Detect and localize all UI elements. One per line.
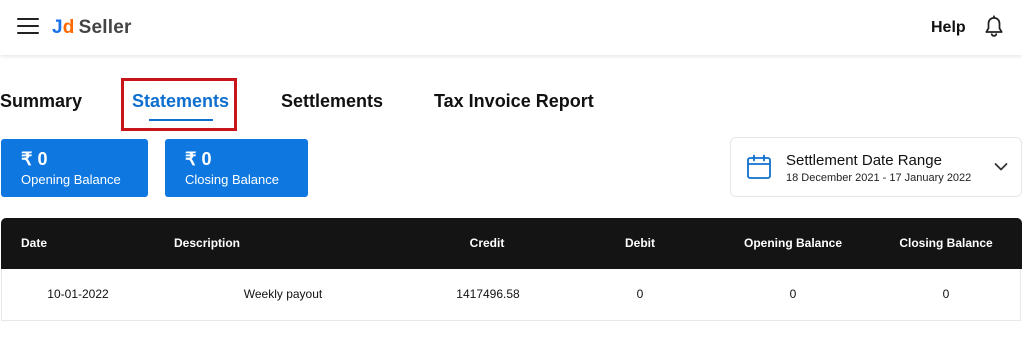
logo-seller-text: Seller bbox=[78, 17, 132, 38]
logo-letter-j: J bbox=[52, 17, 63, 38]
closing-balance-label: Closing Balance bbox=[185, 172, 279, 187]
bell-icon[interactable] bbox=[983, 15, 1005, 39]
date-range-value: 18 December 2021 - 17 January 2022 bbox=[786, 172, 972, 184]
highlight-annotation-box bbox=[121, 78, 237, 131]
cell-credit: 1417496.58 bbox=[456, 287, 520, 301]
column-header-credit: Credit bbox=[469, 236, 505, 250]
opening-balance-card: ₹ 0 Opening Balance bbox=[1, 139, 148, 197]
tab-summary[interactable]: Summary bbox=[0, 91, 82, 112]
app-logo[interactable]: Jd Seller bbox=[52, 17, 132, 39]
opening-balance-label: Opening Balance bbox=[21, 172, 121, 187]
tab-tax-invoice-report[interactable]: Tax Invoice Report bbox=[434, 91, 594, 112]
date-range-title: Settlement Date Range bbox=[786, 152, 942, 169]
table-row: 10-01-2022 Weekly payout 1417496.58 0 0 … bbox=[1, 269, 1021, 321]
cell-opening-balance: 0 bbox=[789, 287, 797, 301]
help-link[interactable]: Help bbox=[931, 19, 966, 37]
cell-closing-balance: 0 bbox=[942, 287, 950, 301]
column-header-description: Description bbox=[174, 236, 241, 250]
settlement-date-range-picker[interactable]: Settlement Date Range 18 December 2021 -… bbox=[730, 137, 1022, 197]
calendar-icon bbox=[747, 154, 771, 179]
column-header-closing-balance: Closing Balance bbox=[899, 236, 993, 250]
cell-date: 10-01-2022 bbox=[47, 287, 109, 301]
tab-settlements[interactable]: Settlements bbox=[281, 91, 383, 112]
logo-letter-d: d bbox=[62, 17, 75, 38]
top-bar: Jd Seller Help bbox=[0, 0, 1022, 55]
cell-description: Weekly payout bbox=[243, 287, 323, 301]
column-header-date: Date bbox=[21, 236, 48, 250]
closing-balance-amount: ₹ 0 bbox=[185, 149, 212, 169]
closing-balance-card: ₹ 0 Closing Balance bbox=[165, 139, 308, 197]
hamburger-icon[interactable] bbox=[17, 18, 39, 36]
cell-debit: 0 bbox=[636, 287, 644, 301]
column-header-opening-balance: Opening Balance bbox=[743, 236, 843, 250]
chevron-down-icon bbox=[994, 163, 1008, 171]
opening-balance-amount: ₹ 0 bbox=[21, 149, 48, 169]
column-header-debit: Debit bbox=[625, 236, 655, 250]
statements-table-header: Date Description Credit Debit Opening Ba… bbox=[1, 218, 1022, 269]
